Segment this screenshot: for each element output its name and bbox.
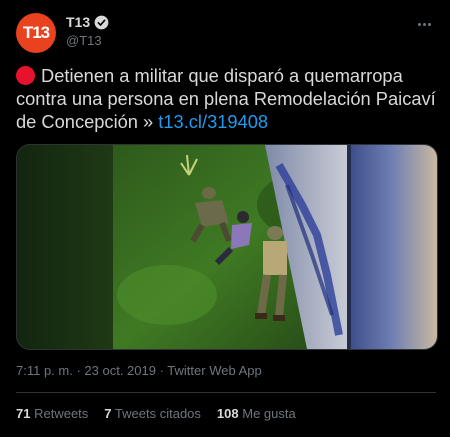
user-handle[interactable]: @T13	[66, 33, 102, 48]
more-options-button[interactable]	[412, 14, 436, 34]
avatar-logo-text: T13	[22, 23, 50, 42]
media-photo	[17, 145, 437, 349]
retweets-count: 71	[16, 406, 31, 421]
avatar[interactable]: T13	[16, 13, 56, 53]
likes-stat[interactable]: 108 Me gusta	[217, 406, 296, 421]
tweet-time[interactable]: 7:11 p. m.	[16, 363, 73, 378]
verified-badge-icon	[94, 15, 109, 29]
display-name[interactable]: T13	[66, 14, 90, 30]
red-circle-emoji-icon	[16, 66, 35, 85]
tweet-link[interactable]: t13.cl/319408	[158, 111, 268, 132]
tweet-media-image[interactable]	[16, 144, 438, 350]
retweets-label: Retweets	[34, 406, 89, 421]
retweets-stat[interactable]: 71 Retweets	[16, 406, 88, 421]
engagement-stats: 71 Retweets 7 Tweets citados 108 Me gust…	[16, 406, 296, 421]
tweet-date[interactable]: 23 oct. 2019	[84, 363, 156, 378]
quotes-stat[interactable]: 7 Tweets citados	[104, 406, 201, 421]
tweet-card: T13 T13 @T13 Detienen a militar que disp…	[0, 0, 450, 437]
display-name-row[interactable]: T13	[66, 14, 109, 30]
meta-separator: ·	[72, 363, 85, 378]
more-dot	[422, 22, 426, 26]
divider	[16, 392, 436, 393]
meta-separator: ·	[155, 363, 168, 378]
likes-label: Me gusta	[242, 406, 296, 421]
tweet-source[interactable]: Twitter Web App	[167, 363, 261, 378]
quotes-count: 7	[104, 406, 112, 421]
more-horizontal-icon	[417, 22, 421, 26]
tweet-timestamp[interactable]: 7:11 p. m. · 23 oct. 2019 · Twitter Web …	[16, 363, 262, 378]
more-dot	[427, 22, 431, 26]
quotes-label: Tweets citados	[114, 406, 201, 421]
likes-count: 108	[216, 406, 239, 421]
tweet-text: Detienen a militar que disparó a quemarr…	[16, 64, 436, 133]
